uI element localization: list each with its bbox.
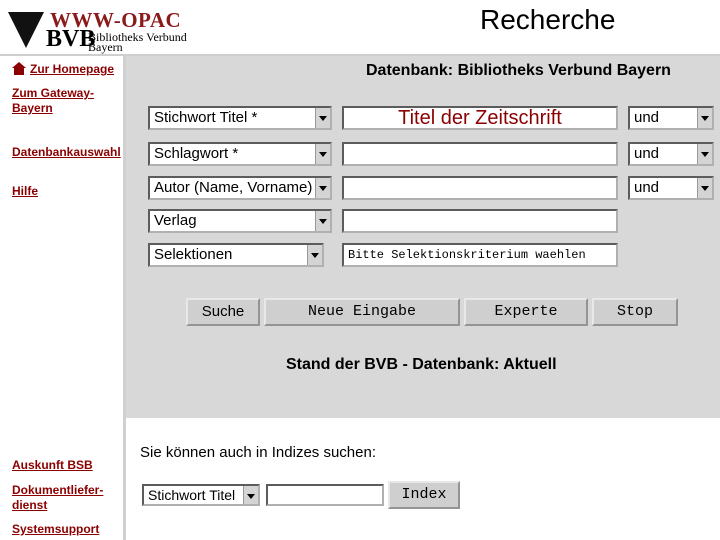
index-hint: Sie können auch in Indizes suchen: [140, 444, 376, 461]
field-select-1-value: Stichwort Titel * [154, 109, 258, 126]
search-input-4[interactable] [342, 209, 618, 233]
chevron-down-icon [315, 144, 330, 164]
chevron-down-icon [697, 144, 712, 164]
index-button[interactable]: Index [388, 481, 460, 509]
main-content: Datenbank: Bibliotheks Verbund Bayern St… [126, 56, 720, 540]
chevron-down-icon [315, 211, 330, 231]
operator-select-1[interactable]: und [628, 106, 714, 130]
home-icon[interactable] [12, 62, 26, 75]
index-search-area [126, 418, 720, 540]
operator-select-3[interactable]: und [628, 176, 714, 200]
expert-button[interactable]: Experte [464, 298, 588, 326]
nav-homepage[interactable]: Zur Homepage [30, 62, 114, 77]
nav-gateway-line2[interactable]: Bayern [12, 101, 53, 116]
field-select-4[interactable]: Verlag [148, 209, 332, 233]
search-input-2[interactable] [342, 142, 618, 166]
search-input-3[interactable] [342, 176, 618, 200]
nav-document-delivery-line2[interactable]: dienst [12, 498, 47, 513]
operator-select-1-value: und [634, 109, 660, 126]
nav-gateway-line1[interactable]: Zum Gateway- [12, 86, 94, 101]
nav-auskunft-bsb[interactable]: Auskunft BSB [12, 458, 93, 473]
database-status: Stand der BVB - Datenbank: Aktuell [286, 356, 557, 373]
nav-database-selection[interactable]: Datenbankauswahl [12, 145, 121, 160]
field-select-2-value: Schlagwort * [154, 145, 239, 162]
field-select-1[interactable]: Stichwort Titel * [148, 106, 332, 130]
page-title: Recherche [480, 4, 616, 35]
operator-select-2[interactable]: und [628, 142, 714, 166]
nav-system-support[interactable]: Systemsupport [12, 522, 99, 537]
logo-org-line2: Bayern [88, 40, 123, 54]
chevron-down-icon [315, 178, 330, 198]
index-field-select[interactable]: Stichwort Titel [142, 484, 260, 506]
field-select-4-value: Verlag [154, 212, 197, 229]
index-input[interactable] [266, 484, 384, 506]
selection-criterion-field[interactable]: Bitte Selektionskriterium waehlen [342, 243, 618, 267]
selection-select-value: Selektionen [154, 246, 233, 263]
field-select-3[interactable]: Autor (Name, Vorname) [148, 176, 332, 200]
nav-document-delivery-line1[interactable]: Dokumentliefer- [12, 483, 103, 498]
field-select-3-value: Autor (Name, Vorname) [154, 179, 313, 196]
chevron-down-icon [307, 245, 322, 265]
operator-select-3-value: und [634, 179, 660, 196]
operator-select-2-value: und [634, 145, 660, 162]
logo-triangle-icon [8, 12, 44, 48]
stop-button[interactable]: Stop [592, 298, 678, 326]
index-field-select-value: Stichwort Titel [148, 487, 236, 503]
nav-help[interactable]: Hilfe [12, 184, 38, 199]
search-input-1[interactable]: Titel der Zeitschrift [342, 106, 618, 130]
chevron-down-icon [243, 486, 258, 504]
database-bar: Datenbank: Bibliotheks Verbund Bayern [126, 56, 720, 86]
field-select-2[interactable]: Schlagwort * [148, 142, 332, 166]
bvb-logo: WWW-OPAC BVB Bibliotheks Verbund Bayern [6, 6, 196, 54]
search-button[interactable]: Suche [186, 298, 260, 326]
chevron-down-icon [697, 178, 712, 198]
chevron-down-icon [315, 108, 330, 128]
selection-select[interactable]: Selektionen [148, 243, 324, 267]
database-label: Datenbank: Bibliotheks Verbund Bayern [366, 62, 671, 79]
new-entry-button[interactable]: Neue Eingabe [264, 298, 460, 326]
chevron-down-icon [697, 108, 712, 128]
